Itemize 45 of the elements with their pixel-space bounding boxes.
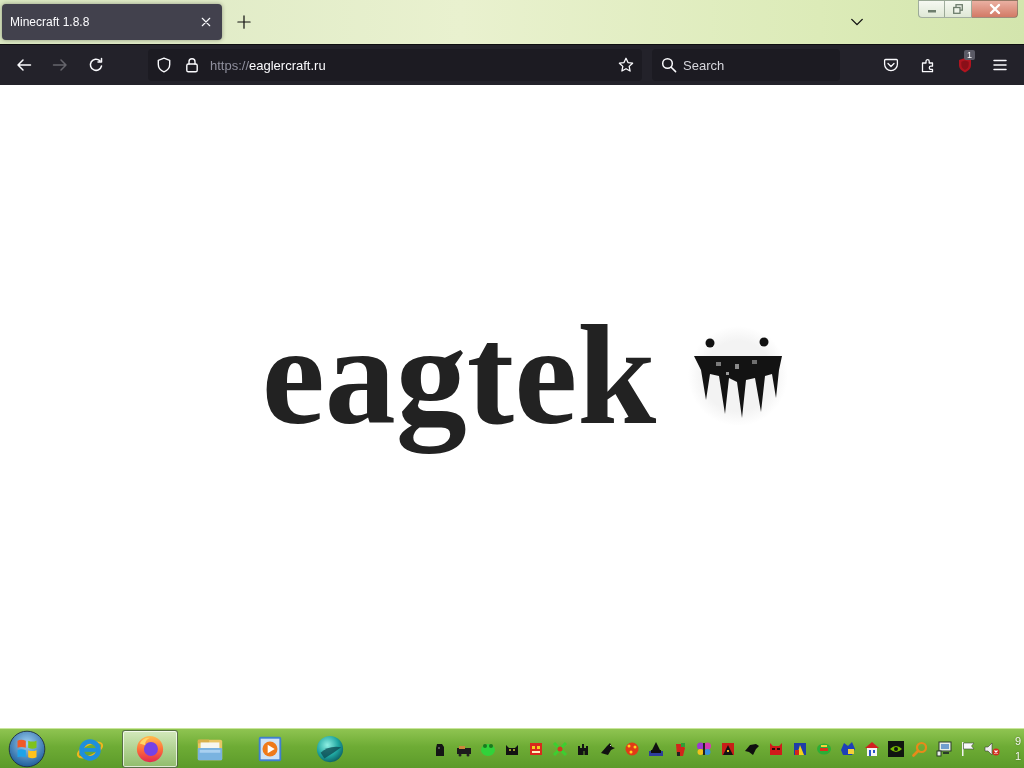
- devil-face-icon[interactable]: [768, 740, 784, 757]
- triangle-tile-icon[interactable]: [720, 740, 736, 757]
- restore-button[interactable]: [945, 0, 972, 18]
- triangle-tile-icon[interactable]: [792, 740, 808, 757]
- menu-icon: [992, 57, 1008, 73]
- minimize-button[interactable]: [918, 0, 945, 18]
- logo-text: eagtek: [261, 295, 657, 457]
- reload-icon: [88, 57, 104, 73]
- taskbar-app-button[interactable]: [122, 729, 178, 768]
- back-arrow-icon: [16, 57, 32, 73]
- window-close-button[interactable]: [972, 0, 1018, 18]
- sphere-icon: [315, 733, 345, 764]
- url-text: https://eaglercraft.ru: [210, 57, 327, 73]
- orb-icon: [8, 729, 46, 768]
- spotted-ball-icon[interactable]: [624, 740, 640, 757]
- witch-hat-icon[interactable]: [648, 740, 664, 757]
- pocket-icon: [883, 57, 899, 73]
- speaker-muted-icon[interactable]: [984, 740, 1000, 757]
- flame-globe-icon: [135, 733, 165, 764]
- address-bar[interactable]: https://eaglercraft.ru: [148, 49, 642, 81]
- shield-extension-button[interactable]: 1: [949, 49, 981, 81]
- tab-title: Minecraft 1.8.8: [10, 15, 91, 29]
- shield-icon: [156, 57, 172, 73]
- clock-time: 9: [1015, 733, 1023, 749]
- search-icon: [661, 57, 677, 73]
- flag-icon[interactable]: [960, 740, 976, 757]
- browser-tab[interactable]: Minecraft 1.8.8: [2, 4, 222, 40]
- star-icon[interactable]: [618, 57, 634, 73]
- puzzle-icon: [920, 57, 936, 73]
- search-field[interactable]: Search: [652, 49, 840, 81]
- notification-count: 1: [964, 50, 975, 60]
- house-icon[interactable]: [864, 740, 880, 757]
- filled-shield-icon: [957, 57, 973, 73]
- network-monitor-icon[interactable]: [936, 740, 952, 757]
- clock-date: 1: [1015, 748, 1023, 764]
- close-icon: [988, 3, 1001, 15]
- robot-face-icon[interactable]: [528, 740, 544, 757]
- plus-icon: [237, 15, 251, 29]
- lock-icon: [184, 57, 200, 73]
- eye-icon[interactable]: [888, 740, 904, 757]
- restore-icon: [953, 4, 963, 14]
- close-icon: [201, 17, 211, 27]
- butterfly-icon[interactable]: [696, 740, 712, 757]
- forward-arrow-icon: [52, 57, 68, 73]
- pixel-creature-icon[interactable]: [840, 740, 856, 757]
